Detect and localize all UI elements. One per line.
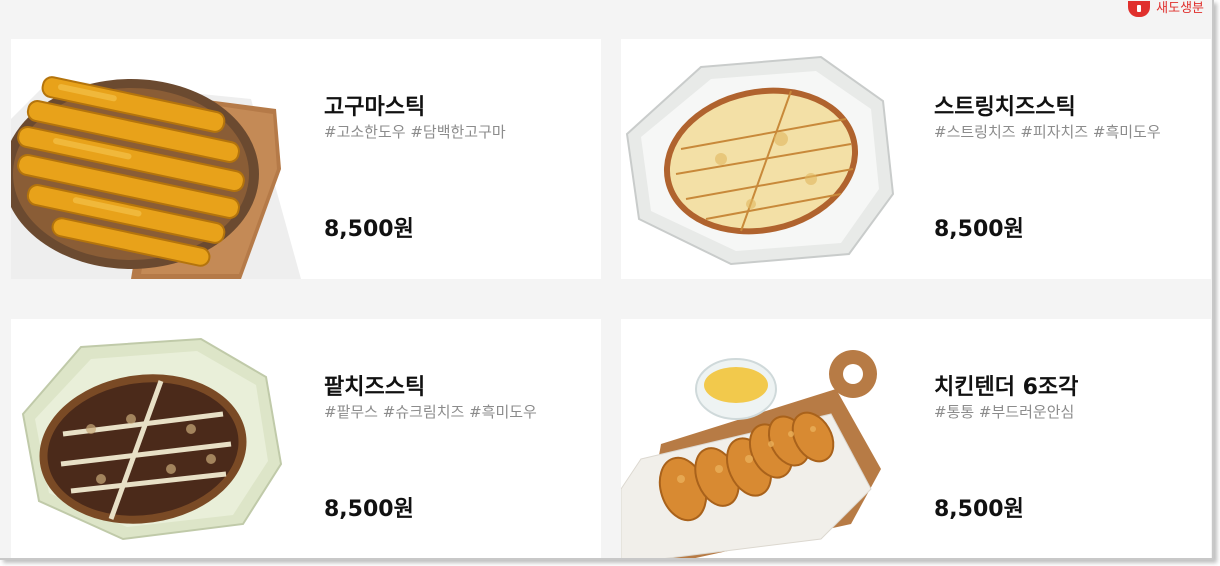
menu-tags: #스트링치즈 #피자치즈 #흑미도우: [934, 123, 1161, 141]
menu-name: 치킨텐더 6조각: [934, 375, 1079, 400]
menu-price: 8,500원: [324, 217, 414, 242]
brand-icon: [1128, 1, 1151, 17]
menu-name: 스트링치즈스틱: [934, 95, 1076, 120]
sweet-potato-stick-photo: [11, 76, 301, 279]
menu-price: 8,500원: [934, 497, 1024, 522]
menu-tags: #팥무스 #슈크림치즈 #흑미도우: [324, 403, 537, 421]
menu-price: 8,500원: [324, 497, 414, 522]
menu-name: 팥치즈스틱: [324, 375, 426, 400]
top-badge[interactable]: 새도생분: [1128, 0, 1204, 18]
menu-panel: 새도생분 고구마스틱 #고소한도우 #담백한고구마 8,500원 스트링치즈스틱…: [0, 0, 1214, 560]
menu-tags: #통통 #부드러운안심: [934, 403, 1075, 421]
menu-price: 8,500원: [934, 217, 1024, 242]
string-cheese-stick-photo: [625, 55, 895, 266]
chicken-tenders-photo: [621, 350, 881, 558]
menu-tags: #고소한도우 #담백한고구마: [324, 123, 506, 141]
menu-card[interactable]: 팥치즈스틱 #팥무스 #슈크림치즈 #흑미도우 8,500원: [11, 319, 601, 558]
menu-card[interactable]: 고구마스틱 #고소한도우 #담백한고구마 8,500원: [11, 39, 601, 279]
menu-name: 고구마스틱: [324, 95, 426, 120]
menu-card[interactable]: 치킨텐더 6조각 #통통 #부드러운안심 8,500원: [621, 319, 1211, 558]
red-bean-cheese-stick-photo: [21, 337, 283, 541]
badge-label: 새도생분: [1156, 0, 1204, 16]
menu-card[interactable]: 스트링치즈스틱 #스트링치즈 #피자치즈 #흑미도우 8,500원: [621, 39, 1211, 279]
